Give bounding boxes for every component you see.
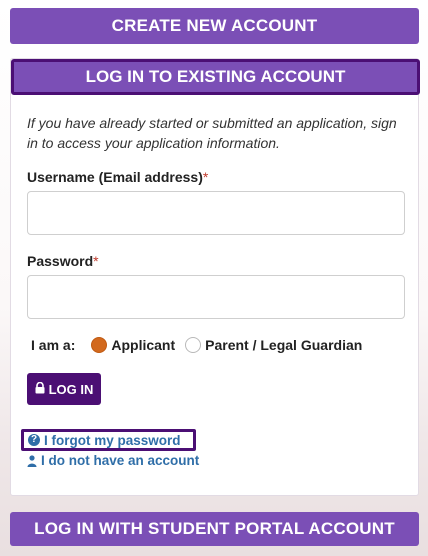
login-button[interactable]: LOG IN: [27, 373, 101, 405]
lock-icon: [35, 381, 45, 397]
student-portal-label: LOG IN WITH STUDENT PORTAL ACCOUNT: [34, 519, 395, 538]
required-mark: *: [202, 169, 209, 185]
forgot-password-link[interactable]: ? I forgot my password: [21, 429, 196, 451]
role-selector: I am a: Applicant Parent / Legal Guardia…: [31, 335, 362, 355]
create-account-label: CREATE NEW ACCOUNT: [111, 16, 318, 35]
login-button-label: LOG IN: [48, 381, 94, 397]
no-account-text: I do not have an account: [41, 453, 200, 468]
user-icon: [27, 454, 37, 467]
password-input[interactable]: [27, 275, 405, 319]
applicant-label: Applicant: [111, 337, 176, 353]
role-label: I am a:: [31, 337, 76, 353]
intro-text: If you have already started or submitted…: [27, 115, 397, 151]
forgot-password-text: I forgot my password: [44, 432, 181, 448]
username-label: Username (Email address)*: [27, 169, 208, 185]
no-account-link[interactable]: I do not have an account: [27, 453, 199, 468]
login-panel-header[interactable]: LOG IN TO EXISTING ACCOUNT: [11, 59, 420, 95]
login-panel-title: LOG IN TO EXISTING ACCOUNT: [85, 67, 346, 86]
parent-radio[interactable]: [185, 337, 202, 353]
password-label-text: Password: [27, 253, 94, 269]
question-icon: ?: [28, 434, 40, 446]
parent-label: Parent / Legal Guardian: [205, 337, 363, 353]
username-label-text: Username (Email address): [27, 169, 203, 185]
create-account-button[interactable]: CREATE NEW ACCOUNT: [10, 8, 419, 44]
student-portal-login-button[interactable]: LOG IN WITH STUDENT PORTAL ACCOUNT: [10, 512, 419, 546]
login-panel: LOG IN TO EXISTING ACCOUNT If you have a…: [10, 58, 420, 496]
password-label: Password*: [27, 253, 99, 269]
applicant-radio[interactable]: [91, 337, 108, 353]
role-option-applicant[interactable]: Applicant: [91, 337, 175, 353]
role-option-parent[interactable]: Parent / Legal Guardian: [185, 337, 362, 353]
username-input[interactable]: [27, 191, 405, 235]
required-mark: *: [93, 253, 99, 269]
